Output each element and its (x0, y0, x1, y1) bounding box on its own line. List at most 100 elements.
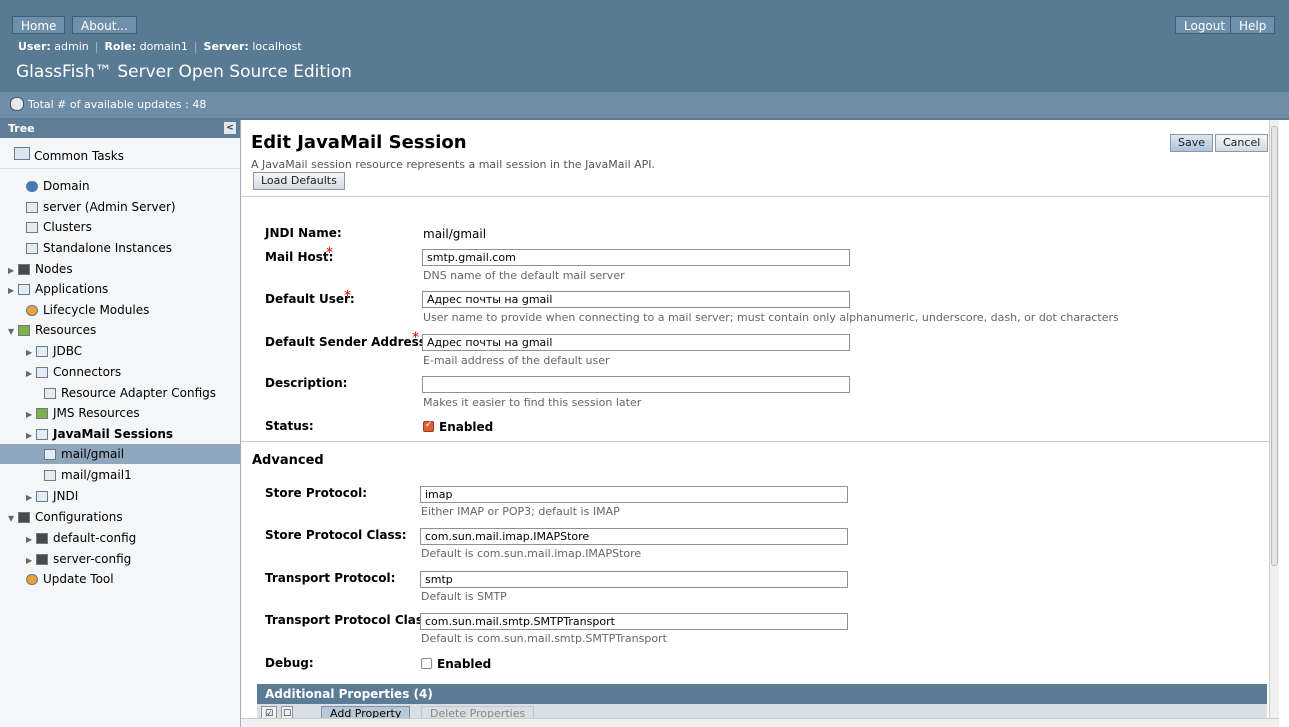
tree-item-connectors[interactable]: ▶ Connectors (26, 362, 121, 382)
tree-item-default-config[interactable]: ▶ default-config (26, 528, 136, 548)
tree-item-domain[interactable]: Domain (16, 176, 90, 196)
masthead: Home About... Logout Help User: admin | Ro… (0, 0, 1289, 120)
mail-host-label: Mail Host: (265, 250, 334, 264)
expand-arrow-icon[interactable]: ▶ (8, 261, 18, 281)
mail-icon (36, 429, 48, 440)
tree-title: Tree (8, 122, 35, 135)
collapse-arrow-icon[interactable]: ▼ (8, 322, 18, 342)
adapter-icon (44, 388, 56, 399)
scroll-thumb[interactable] (1271, 126, 1278, 566)
expand-arrow-icon[interactable]: ▶ (26, 405, 36, 425)
role-label: Role: (104, 40, 137, 53)
tree-item-applications[interactable]: ▶ Applications (8, 279, 108, 299)
mail-icon (44, 449, 56, 460)
tree-item-jms-resources[interactable]: ▶ JMS Resources (26, 403, 140, 423)
store-protocol-class-label: Store Protocol Class: (265, 528, 407, 542)
tree-header: Tree < (0, 120, 240, 138)
debug-label: Debug: (265, 656, 314, 670)
vertical-scrollbar[interactable] (1269, 120, 1279, 727)
user-value: admin (54, 40, 89, 53)
tree-item-standalone-instances[interactable]: Standalone Instances (16, 238, 172, 258)
store-protocol-help: Either IMAP or POP3; default is IMAP (421, 505, 620, 518)
horizontal-scrollbar[interactable] (241, 718, 1279, 727)
cancel-button[interactable]: Cancel (1215, 134, 1269, 152)
store-protocol-class-input[interactable]: com.sun.mail.imap.IMAPStore (420, 528, 848, 545)
save-button[interactable]: Save (1170, 134, 1214, 152)
default-sender-input[interactable]: Адрес почты на gmail (422, 334, 850, 351)
common-tasks-link[interactable]: Common Tasks (0, 138, 240, 169)
jndi-name-value: mail/gmail (423, 227, 487, 241)
configuration-icon (36, 533, 48, 544)
store-protocol-input[interactable]: imap (420, 486, 848, 503)
debug-enabled-checkbox[interactable] (421, 658, 432, 669)
tree-item-mail-gmail[interactable]: mail/gmail (0, 444, 240, 464)
expand-arrow-icon[interactable]: ▶ (26, 530, 36, 550)
domain-icon (26, 181, 38, 192)
advanced-section-title: Advanced (252, 453, 324, 468)
configuration-icon (36, 554, 48, 565)
divider (241, 196, 1279, 197)
mail-host-input[interactable]: smtp.gmail.com (422, 249, 850, 266)
tree-item-jndi[interactable]: ▶ JNDI (26, 486, 78, 506)
server-icon (26, 202, 38, 213)
tree-item-lifecycle-modules[interactable]: Lifecycle Modules (16, 300, 149, 320)
collapse-arrow-icon[interactable]: ▼ (8, 509, 18, 529)
tree-item-update-tool[interactable]: Update Tool (16, 569, 114, 589)
updates-bar[interactable]: Total # of available updates : 48 (0, 92, 1289, 118)
help-button[interactable]: Help (1230, 16, 1276, 34)
transport-protocol-class-input[interactable]: com.sun.mail.smtp.SMTPTransport (420, 613, 848, 630)
tree-item-nodes[interactable]: ▶ Nodes (8, 259, 73, 279)
store-protocol-label: Store Protocol: (265, 486, 368, 500)
server-value: localhost (252, 40, 302, 53)
nodes-icon (18, 264, 30, 275)
expand-arrow-icon[interactable]: ▶ (26, 343, 36, 363)
description-input[interactable] (422, 376, 850, 393)
default-user-input[interactable]: Адрес почты на gmail (422, 291, 850, 308)
about-button[interactable]: About... (72, 16, 137, 34)
tree-item-resource-adapter-configs[interactable]: Resource Adapter Configs (34, 383, 216, 403)
updates-text[interactable]: Total # of available updates : 48 (28, 98, 206, 111)
transport-protocol-class-label: Transport Protocol Class: (265, 613, 435, 627)
description-label: Description: (265, 376, 348, 390)
status-enabled-checkbox[interactable] (423, 420, 434, 432)
home-button[interactable]: Home (12, 16, 66, 34)
instance-icon (26, 243, 38, 254)
tree-item-mail-gmail1[interactable]: mail/gmail1 (44, 465, 132, 485)
cluster-icon (26, 222, 38, 233)
default-user-help: User name to provide when connecting to … (423, 311, 1119, 324)
product-brand: GlassFish™ Server Open Source Edition (16, 62, 352, 82)
applications-icon (18, 284, 30, 295)
default-sender-label: Default Sender Address: (265, 335, 431, 349)
tree-item-jdbc[interactable]: ▶ JDBC (26, 341, 82, 361)
required-indicator: * (344, 288, 351, 304)
expand-arrow-icon[interactable]: ▶ (26, 426, 36, 446)
connector-icon (36, 367, 48, 378)
role-value: domain1 (139, 40, 188, 53)
collapse-tree-icon[interactable]: < (224, 122, 236, 134)
status-label: Status: (265, 419, 314, 433)
navigation-tree: Tree < Common Tasks Domain server (Admin… (0, 120, 241, 727)
divider (241, 441, 1279, 442)
mail-host-help: DNS name of the default mail server (423, 269, 625, 282)
store-protocol-class-help: Default is com.sun.mail.imap.IMAPStore (421, 547, 642, 560)
expand-arrow-icon[interactable]: ▶ (26, 488, 36, 508)
tree-item-server[interactable]: server (Admin Server) (16, 197, 176, 217)
update-globe-icon (10, 97, 24, 111)
transport-protocol-class-help: Default is com.sun.mail.smtp.SMTPTranspo… (421, 632, 667, 645)
lifecycle-icon (26, 305, 38, 316)
database-icon (36, 346, 48, 357)
tree-item-resources[interactable]: ▼ Resources (8, 320, 96, 340)
description-help: Makes it easier to find this session lat… (423, 396, 642, 409)
expand-arrow-icon[interactable]: ▶ (26, 364, 36, 384)
expand-arrow-icon[interactable]: ▶ (26, 551, 36, 571)
logout-button[interactable]: Logout (1175, 16, 1235, 34)
tree-item-server-config[interactable]: ▶ server-config (26, 549, 131, 569)
page-description: A JavaMail session resource represents a… (251, 158, 656, 171)
default-user-label: Default User: (265, 292, 355, 306)
expand-arrow-icon[interactable]: ▶ (8, 281, 18, 301)
transport-protocol-input[interactable]: smtp (420, 571, 848, 588)
tree-item-javamail-sessions[interactable]: ▶ JavaMail Sessions (26, 424, 173, 444)
load-defaults-button[interactable]: Load Defaults (253, 172, 345, 190)
tree-item-clusters[interactable]: Clusters (16, 217, 92, 237)
tree-item-configurations[interactable]: ▼ Configurations (8, 507, 123, 527)
